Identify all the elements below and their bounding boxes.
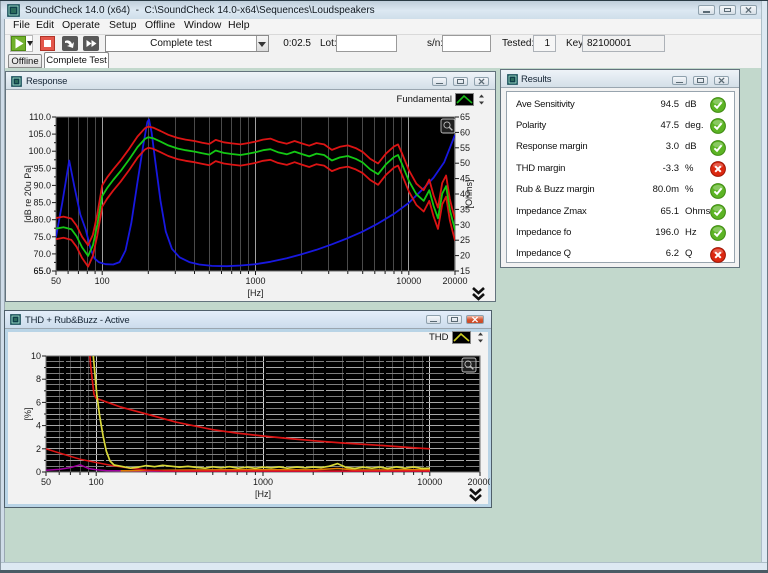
svg-text:20: 20 [460, 251, 470, 261]
svg-text:85.0: 85.0 [33, 198, 51, 208]
svg-text:10000: 10000 [417, 477, 442, 487]
svg-text:20000: 20000 [467, 477, 490, 487]
svg-text:90.0: 90.0 [33, 180, 51, 190]
svg-text:50: 50 [51, 276, 61, 286]
svg-text:75.0: 75.0 [33, 232, 51, 242]
svg-text:30: 30 [460, 220, 470, 230]
svg-text:[Ohms]: [Ohms] [464, 179, 474, 208]
svg-text:50: 50 [41, 477, 51, 487]
svg-text:100: 100 [95, 276, 110, 286]
svg-text:110.0: 110.0 [29, 112, 51, 122]
svg-text:20000: 20000 [442, 276, 467, 286]
svg-text:65: 65 [460, 112, 470, 122]
svg-text:60: 60 [460, 127, 470, 137]
svg-text:1000: 1000 [253, 477, 273, 487]
svg-text:[Hz]: [Hz] [247, 288, 263, 298]
svg-text:50: 50 [460, 158, 470, 168]
svg-text:0: 0 [36, 467, 41, 477]
svg-text:100.0: 100.0 [28, 146, 51, 156]
svg-text:70.0: 70.0 [33, 249, 51, 259]
svg-text:10: 10 [31, 351, 41, 361]
svg-text:6: 6 [36, 397, 41, 407]
svg-text:105.0: 105.0 [28, 129, 51, 139]
svg-text:8: 8 [36, 374, 41, 384]
svg-text:1000: 1000 [245, 276, 265, 286]
svg-text:65.0: 65.0 [33, 266, 51, 276]
svg-text:95.0: 95.0 [33, 163, 51, 173]
svg-text:25: 25 [460, 235, 470, 245]
svg-text:100: 100 [89, 477, 104, 487]
svg-text:10000: 10000 [396, 276, 421, 286]
svg-text:80.0: 80.0 [33, 215, 51, 225]
svg-text:[dB re 20u Pa]: [dB re 20u Pa] [23, 165, 33, 223]
svg-text:4: 4 [36, 421, 41, 431]
svg-text:[%]: [%] [23, 407, 33, 420]
svg-text:55: 55 [460, 143, 470, 153]
svg-text:[Hz]: [Hz] [255, 489, 271, 499]
svg-text:2: 2 [36, 444, 41, 454]
svg-text:15: 15 [460, 266, 470, 276]
